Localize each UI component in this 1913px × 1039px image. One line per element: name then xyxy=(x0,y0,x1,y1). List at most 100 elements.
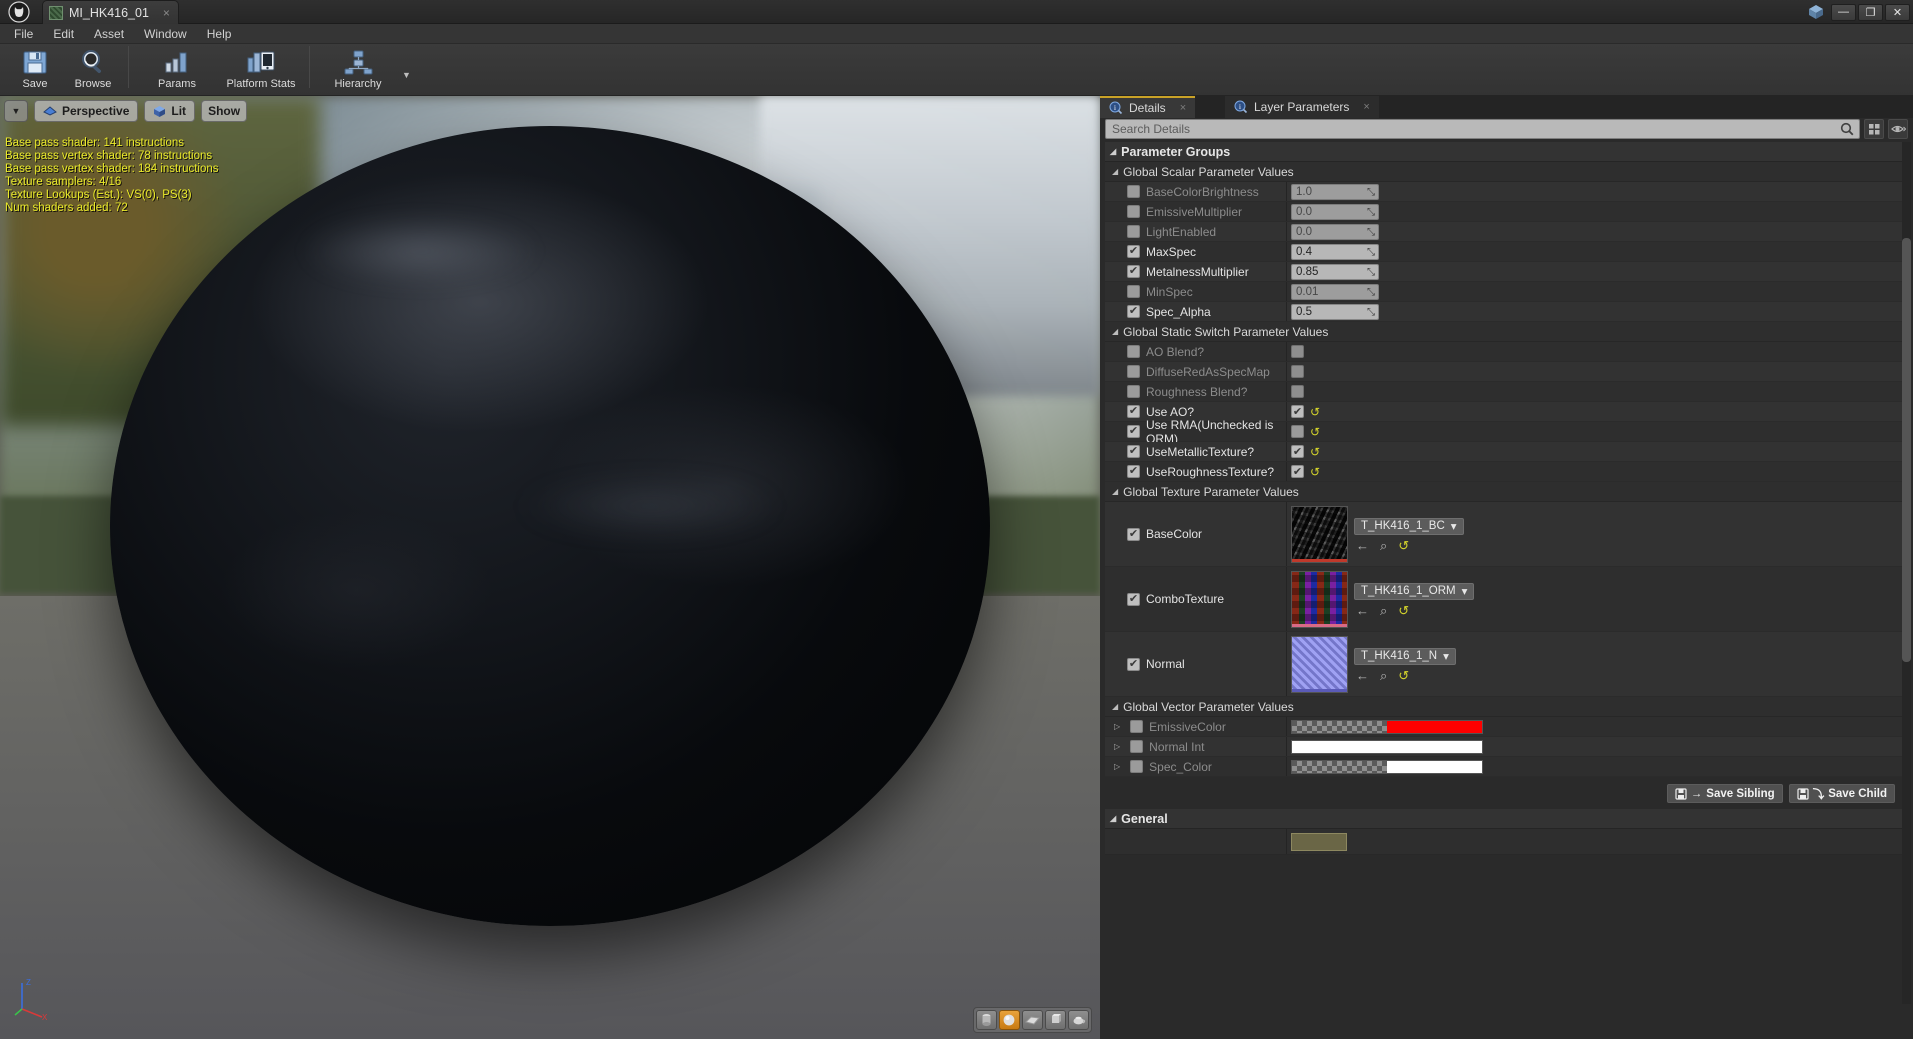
restore-button[interactable]: ❐ xyxy=(1858,3,1883,21)
color-swatch[interactable] xyxy=(1291,719,1483,734)
spinner-icon[interactable]: ⤡ xyxy=(1367,227,1375,238)
viewport-options-caret-icon[interactable]: ▼ xyxy=(4,100,28,122)
spinner-icon[interactable]: ⤡ xyxy=(1367,307,1375,318)
menu-window[interactable]: Window xyxy=(134,24,197,44)
param-switch-checkbox[interactable]: ✔ xyxy=(1291,345,1304,358)
expand-triangle-icon[interactable]: ▷ xyxy=(1114,762,1120,771)
param-value-input[interactable]: 0.4 ⤡ xyxy=(1291,243,1379,260)
param-row-ao-blend[interactable]: ✔ AO Blend? ✔ xyxy=(1105,342,1905,362)
details-scrollbar-track[interactable] xyxy=(1902,142,1911,1004)
close-icon[interactable]: × xyxy=(1180,102,1186,114)
color-swatch[interactable] xyxy=(1291,739,1483,754)
collapse-triangle-icon[interactable]: ◢ xyxy=(1110,814,1116,823)
param-switch-checkbox[interactable]: ✔ xyxy=(1291,445,1304,458)
spinner-icon[interactable]: ⤡ xyxy=(1367,267,1375,278)
minimize-button[interactable]: — xyxy=(1831,3,1856,21)
param-row-use-rma[interactable]: ✔ Use RMA(Unchecked is ORM) ✔ ↺ xyxy=(1105,418,1905,446)
shape-sphere-button[interactable] xyxy=(999,1010,1020,1030)
collapse-triangle-icon[interactable]: ◢ xyxy=(1112,167,1118,176)
param-value-input[interactable]: 0.01 ⤡ xyxy=(1291,283,1379,300)
texture-asset-picker[interactable]: T_HK416_1_BC ▾ xyxy=(1354,517,1464,535)
hierarchy-dropdown-caret-icon[interactable]: ▼ xyxy=(402,70,411,80)
param-enable-checkbox[interactable]: ✔ xyxy=(1127,592,1140,606)
param-enable-checkbox[interactable]: ✔ xyxy=(1127,205,1140,218)
back-arrow-icon[interactable]: ← xyxy=(1356,604,1369,617)
param-switch-checkbox[interactable]: ✔ xyxy=(1291,425,1304,438)
spinner-icon[interactable]: ⤡ xyxy=(1367,247,1375,258)
section-header-global-static-switch[interactable]: ◢ Global Static Switch Parameter Values xyxy=(1105,322,1905,342)
viewport-lit-button[interactable]: Lit xyxy=(144,100,196,122)
menu-edit[interactable]: Edit xyxy=(43,24,84,44)
close-icon[interactable]: × xyxy=(1363,101,1369,113)
browse-button[interactable]: Browse xyxy=(64,44,122,94)
general-first-row[interactable] xyxy=(1105,829,1905,855)
back-arrow-icon[interactable]: ← xyxy=(1356,669,1369,682)
param-value-input[interactable]: 1.0 ⤡ xyxy=(1291,183,1379,200)
param-switch-checkbox[interactable]: ✔ xyxy=(1291,385,1304,398)
param-enable-checkbox[interactable]: ✔ xyxy=(1127,365,1140,378)
menu-asset[interactable]: Asset xyxy=(84,24,134,44)
param-enable-checkbox[interactable]: ✔ xyxy=(1127,527,1140,541)
browse-magnifier-icon[interactable]: ⌕ xyxy=(1380,604,1387,617)
reset-arrow-icon[interactable]: ↺ xyxy=(1310,426,1320,438)
back-arrow-icon[interactable]: ← xyxy=(1356,539,1369,552)
param-value-input[interactable]: 0.0 ⤡ xyxy=(1291,223,1379,240)
hierarchy-button[interactable]: Hierarchy xyxy=(316,44,400,94)
parameter-list[interactable]: ◢ Parameter Groups ◢ Global Scalar Param… xyxy=(1105,142,1905,1004)
browse-magnifier-icon[interactable]: ⌕ xyxy=(1380,669,1387,682)
collapse-triangle-icon[interactable]: ◢ xyxy=(1112,487,1118,496)
param-row-emissivemultiplier[interactable]: ✔ EmissiveMultiplier 0.0 ⤡ xyxy=(1105,202,1905,222)
preview-sphere-mesh[interactable] xyxy=(110,126,990,926)
chevron-down-icon[interactable]: ▾ xyxy=(1451,519,1457,533)
reset-arrow-icon[interactable]: ↺ xyxy=(1398,604,1409,617)
param-row-normal[interactable]: ✔ Normal T_HK416_1_N ▾ ← ⌕ ↺ xyxy=(1105,632,1905,697)
param-row-useroughnesstexture[interactable]: ✔ UseRoughnessTexture? ✔ ↺ xyxy=(1105,462,1905,482)
browse-magnifier-icon[interactable]: ⌕ xyxy=(1380,539,1387,552)
close-button[interactable]: ✕ xyxy=(1885,3,1910,21)
param-enable-checkbox[interactable]: ✔ xyxy=(1127,445,1140,458)
texture-thumbnail[interactable] xyxy=(1291,571,1348,628)
color-swatch[interactable] xyxy=(1291,759,1483,774)
param-row-spec-alpha[interactable]: ✔ Spec_Alpha 0.5 ⤡ xyxy=(1105,302,1905,322)
param-row-metalnessmultiplier[interactable]: ✔ MetalnessMultiplier 0.85 ⤡ xyxy=(1105,262,1905,282)
param-row-normal-int[interactable]: ▷ ✔ Normal Int xyxy=(1105,737,1905,757)
param-row-spec-color[interactable]: ▷ ✔ Spec_Color xyxy=(1105,757,1905,777)
collapse-triangle-icon[interactable]: ◢ xyxy=(1110,147,1116,156)
menu-file[interactable]: File xyxy=(4,24,43,44)
save-button[interactable]: Save xyxy=(6,44,64,94)
param-switch-checkbox[interactable]: ✔ xyxy=(1291,365,1304,378)
param-row-lightenabled[interactable]: ✔ LightEnabled 0.0 ⤡ xyxy=(1105,222,1905,242)
param-enable-checkbox[interactable]: ✔ xyxy=(1130,760,1144,773)
reset-arrow-icon[interactable]: ↺ xyxy=(1310,406,1320,418)
viewport-show-button[interactable]: Show xyxy=(201,100,248,122)
param-enable-checkbox[interactable]: ✔ xyxy=(1127,657,1140,671)
shape-cube-button[interactable] xyxy=(1045,1010,1066,1030)
tab-details[interactable]: i Details × xyxy=(1100,96,1196,118)
collapse-triangle-icon[interactable]: ◢ xyxy=(1112,702,1118,711)
params-button[interactable]: Params xyxy=(135,44,219,94)
visibility-filter-button[interactable] xyxy=(1888,119,1908,139)
viewport-perspective-button[interactable]: Perspective xyxy=(34,100,139,122)
save-child-button[interactable]: ⤵ Save Child xyxy=(1788,784,1895,803)
param-value-input[interactable]: 0.5 ⤡ xyxy=(1291,303,1379,320)
param-enable-checkbox[interactable]: ✔ xyxy=(1130,720,1144,733)
expand-triangle-icon[interactable]: ▷ xyxy=(1114,742,1120,751)
param-switch-checkbox[interactable]: ✔ xyxy=(1291,405,1304,418)
param-row-basecolor[interactable]: ✔ BaseColor T_HK416_1_BC ▾ ← ⌕ ↺ xyxy=(1105,502,1905,567)
spinner-icon[interactable]: ⤡ xyxy=(1367,287,1375,298)
reset-arrow-icon[interactable]: ↺ xyxy=(1398,539,1409,552)
section-header-global-texture[interactable]: ◢ Global Texture Parameter Values xyxy=(1105,482,1905,502)
parameter-groups-header[interactable]: ◢ Parameter Groups xyxy=(1105,142,1905,162)
expand-triangle-icon[interactable]: ▷ xyxy=(1114,722,1120,731)
save-sibling-button[interactable]: → Save Sibling xyxy=(1666,784,1783,803)
document-tab[interactable]: MI_HK416_01 × xyxy=(42,0,179,24)
texture-asset-picker[interactable]: T_HK416_1_ORM ▾ xyxy=(1354,582,1475,600)
param-enable-checkbox[interactable]: ✔ xyxy=(1127,185,1140,198)
shape-teapot-button[interactable] xyxy=(1068,1010,1089,1030)
param-enable-checkbox[interactable]: ✔ xyxy=(1127,245,1140,258)
param-enable-checkbox[interactable]: ✔ xyxy=(1127,465,1140,478)
search-details-input[interactable]: Search Details xyxy=(1105,119,1860,139)
param-enable-checkbox[interactable]: ✔ xyxy=(1127,285,1140,298)
platform-stats-button[interactable]: Platform Stats xyxy=(219,44,303,94)
close-icon[interactable]: × xyxy=(163,6,170,20)
